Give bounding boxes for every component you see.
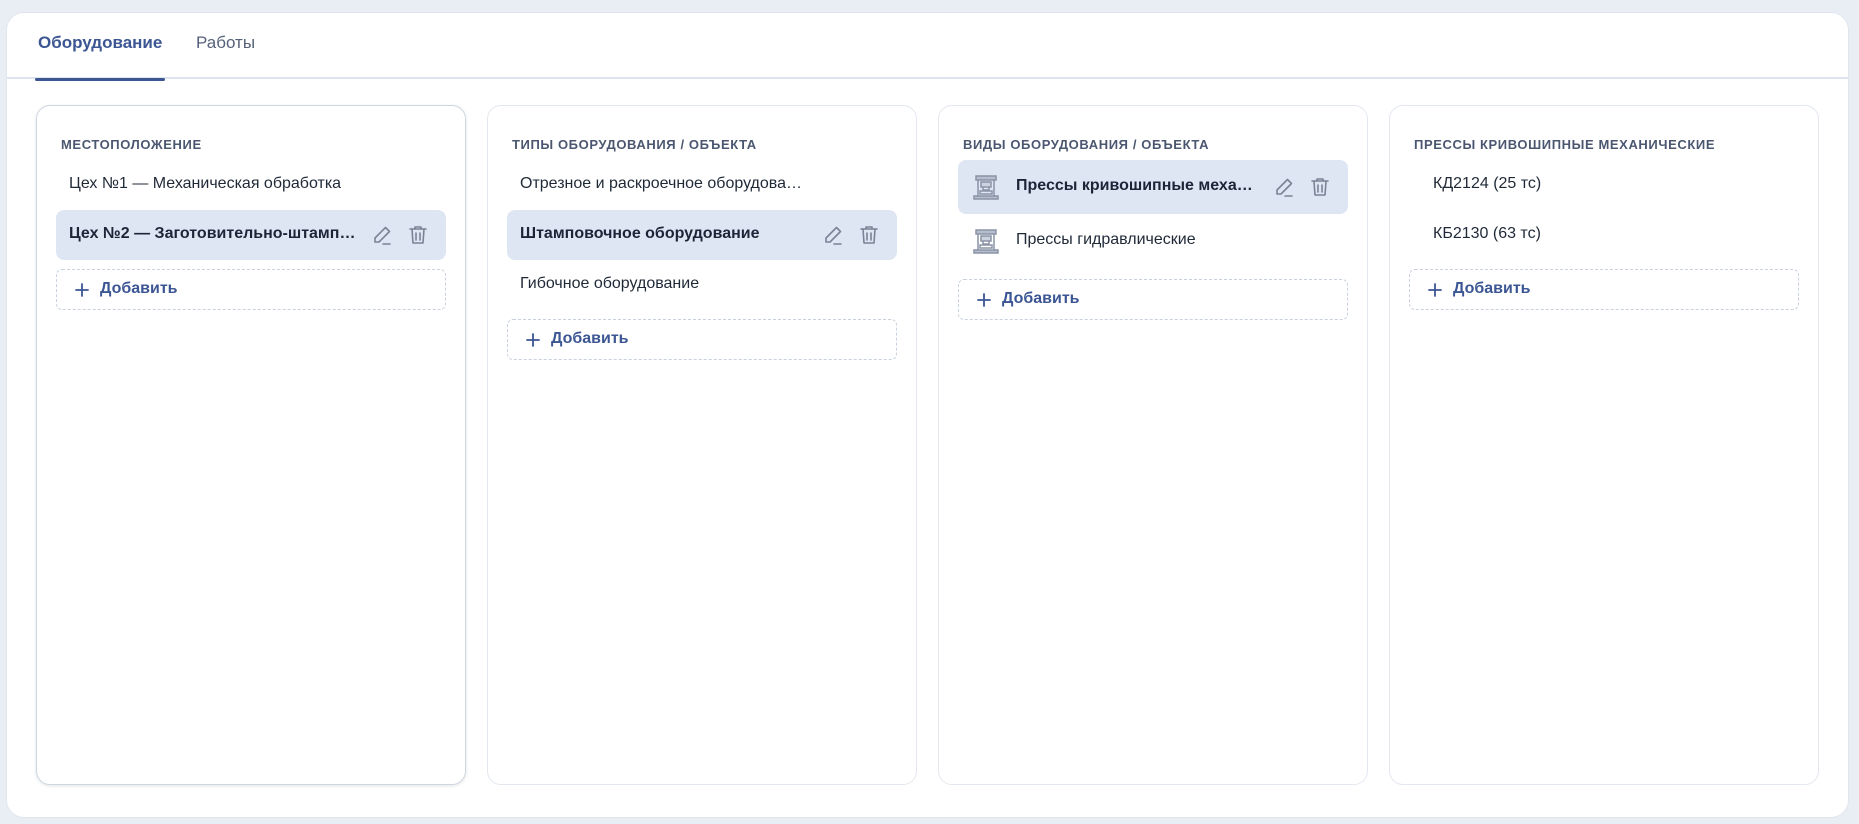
list-item[interactable]: КБ2130 (63 тс) <box>1409 210 1799 260</box>
list-item[interactable]: КД2124 (25 тс) <box>1409 160 1799 210</box>
list-item[interactable]: Отрезное и раскроечное оборудование <box>507 160 897 210</box>
tab-works[interactable]: Работы <box>196 33 255 79</box>
equipment-kinds-column: ВИДЫ ОБОРУДОВАНИЯ / ОБЪЕКТА Прессы криво… <box>938 105 1368 785</box>
add-label: Добавить <box>1453 280 1531 297</box>
edit-icon[interactable] <box>821 223 845 247</box>
column-title: ВИДЫ ОБОРУДОВАНИЯ / ОБЪЕКТА <box>963 137 1210 152</box>
item-label: КД2124 (25 тс) <box>1433 175 1542 192</box>
list-item-selected[interactable]: Цех №2 — Заготовительно-штамповочный <box>56 210 446 260</box>
list-item-selected[interactable]: Прессы кривошипные механические <box>958 160 1348 214</box>
list-item-selected[interactable]: Штамповочное оборудование <box>507 210 897 260</box>
trash-icon[interactable] <box>1308 175 1332 199</box>
edit-icon[interactable] <box>370 223 394 247</box>
item-label: Цех №2 — Заготовительно-штамповочный <box>69 225 359 242</box>
press-machine-icon <box>972 173 1000 201</box>
add-kind-button[interactable]: Добавить <box>958 279 1348 320</box>
list-item[interactable]: Цех №1 — Механическая обработка <box>56 160 446 210</box>
item-label: Прессы кривошипные механические <box>1016 177 1261 194</box>
plus-icon <box>75 283 89 297</box>
add-label: Добавить <box>1002 290 1080 307</box>
add-type-button[interactable]: Добавить <box>507 319 897 360</box>
main-card: Оборудование Работы МЕСТОПОЛОЖЕНИЕ Цех №… <box>6 12 1849 818</box>
list-item[interactable]: Гибочное оборудование <box>507 260 897 310</box>
plus-icon <box>526 333 540 347</box>
press-machine-icon <box>972 227 1000 255</box>
list-item[interactable]: Прессы гидравлические <box>958 214 1348 268</box>
tab-equipment[interactable]: Оборудование <box>34 33 166 81</box>
add-label: Добавить <box>100 280 178 297</box>
tab-bar: Оборудование Работы <box>7 13 1848 81</box>
edit-icon[interactable] <box>1272 175 1296 199</box>
equipment-types-column: ТИПЫ ОБОРУДОВАНИЯ / ОБЪЕКТА Отрезное и р… <box>487 105 917 785</box>
add-location-button[interactable]: Добавить <box>56 269 446 310</box>
item-label: Штамповочное оборудование <box>520 225 760 242</box>
item-label: Отрезное и раскроечное оборудование <box>520 175 810 192</box>
trash-icon[interactable] <box>406 223 430 247</box>
plus-icon <box>977 293 991 307</box>
equipment-units-column: ПРЕССЫ КРИВОШИПНЫЕ МЕХАНИЧЕСКИЕ КД2124 (… <box>1389 105 1819 785</box>
column-title: МЕСТОПОЛОЖЕНИЕ <box>61 137 202 152</box>
add-unit-button[interactable]: Добавить <box>1409 269 1799 310</box>
column-title: ТИПЫ ОБОРУДОВАНИЯ / ОБЪЕКТА <box>512 137 757 152</box>
item-label: КБ2130 (63 тс) <box>1433 225 1541 242</box>
location-column: МЕСТОПОЛОЖЕНИЕ Цех №1 — Механическая обр… <box>36 105 466 785</box>
plus-icon <box>1428 283 1442 297</box>
item-label: Цех №1 — Механическая обработка <box>69 175 342 192</box>
add-label: Добавить <box>551 330 629 347</box>
column-title: ПРЕССЫ КРИВОШИПНЫЕ МЕХАНИЧЕСКИЕ <box>1414 137 1716 152</box>
item-label: Гибочное оборудование <box>520 275 700 292</box>
item-label: Прессы гидравлические <box>1016 231 1196 248</box>
trash-icon[interactable] <box>857 223 881 247</box>
